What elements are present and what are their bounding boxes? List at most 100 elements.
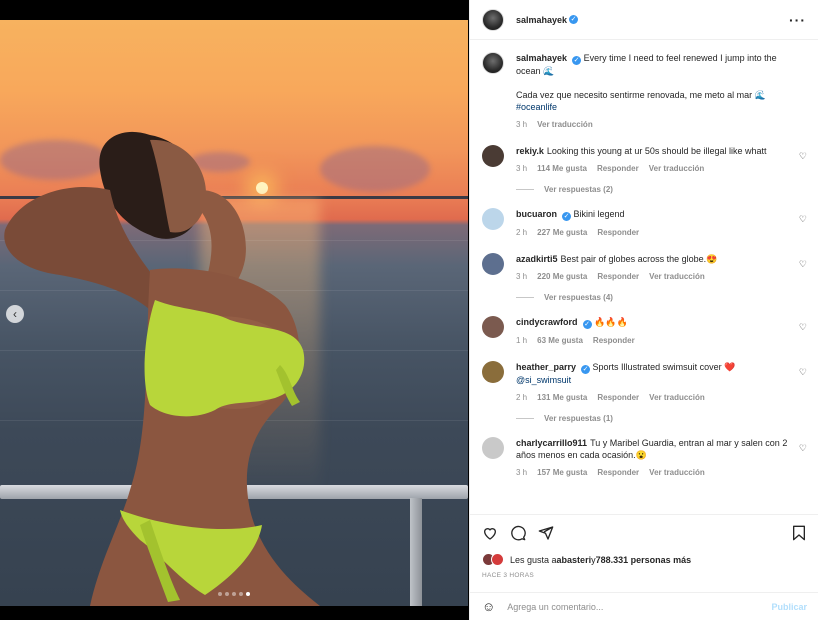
author-username[interactable]: salmahayek: [516, 15, 567, 25]
heart-icon[interactable]: ♡: [799, 443, 807, 454]
caption-text-es: Cada vez que necesito sentirme renovada,…: [516, 90, 766, 100]
heart-icon[interactable]: ♡: [799, 367, 807, 378]
comment-row: rekiy.k Looking this young at ur 50s shou…: [482, 145, 807, 175]
comment-text: Best pair of globes across the globe.😍: [560, 254, 718, 264]
bookmark-icon[interactable]: [791, 525, 807, 541]
comment-row: azadkirti5 Best pair of globes across the…: [482, 253, 807, 283]
comment-likes[interactable]: 227 Me gusta: [537, 227, 587, 239]
comment-text: Sports Illustrated swimsuit cover ❤️: [592, 362, 736, 372]
comment-time: 2 h: [516, 393, 528, 402]
reply-button[interactable]: Responder: [597, 227, 639, 239]
mention-link[interactable]: @si_swimsuit: [516, 375, 571, 385]
divider-line: [516, 418, 534, 419]
post-header: salmahayek ✓ ···: [470, 0, 818, 40]
reply-button[interactable]: Responder: [597, 163, 639, 175]
reply-button[interactable]: Responder: [593, 335, 635, 347]
publish-button[interactable]: Publicar: [771, 602, 807, 612]
comment-row: heather_parry ✓ Sports Illustrated swimsu…: [482, 361, 807, 404]
commenter-avatar[interactable]: [482, 208, 504, 230]
carousel-indicator: [218, 592, 250, 596]
verified-badge-icon: ✓: [569, 15, 579, 24]
view-replies-label: Ver respuestas (4): [544, 293, 613, 302]
heart-icon[interactable]: [482, 525, 498, 541]
heart-icon[interactable]: ♡: [799, 322, 807, 333]
translate-link[interactable]: Ver traducción: [649, 163, 705, 175]
heart-icon[interactable]: ♡: [799, 151, 807, 162]
comment-icon[interactable]: [510, 525, 526, 541]
commenter-username[interactable]: bucuaron: [516, 209, 557, 219]
verified-badge-icon: ✓: [582, 320, 592, 329]
comment-time: 3 h: [516, 272, 528, 281]
author-avatar[interactable]: [482, 8, 504, 31]
carousel-dot: [232, 592, 236, 596]
commenter-username[interactable]: azadkirti5: [516, 254, 558, 264]
comment-time: 2 h: [516, 228, 528, 237]
liker-avatars: [482, 553, 504, 566]
commenter-username[interactable]: heather_parry: [516, 362, 576, 372]
verified-badge-icon: ✓: [581, 365, 591, 374]
view-replies-button[interactable]: Ver respuestas (1): [516, 414, 807, 423]
more-options-icon[interactable]: ···: [789, 12, 806, 28]
heart-icon[interactable]: ♡: [799, 214, 807, 225]
carousel-dot: [239, 592, 243, 596]
comment-likes[interactable]: 157 Me gusta: [537, 467, 587, 479]
comment-likes[interactable]: 220 Me gusta: [537, 271, 587, 283]
liker-avatar: [491, 553, 504, 566]
commenter-avatar[interactable]: [482, 437, 504, 459]
view-replies-button[interactable]: Ver respuestas (2): [516, 185, 807, 194]
comment-text: Bikini legend: [573, 209, 625, 219]
verified-badge-icon: ✓: [572, 56, 582, 65]
view-replies-label: Ver respuestas (1): [544, 414, 613, 423]
commenter-avatar[interactable]: [482, 253, 504, 275]
instagram-post-modal: ‹ salmahayek ✓ ··· salmahayek ✓ Every tim…: [0, 0, 818, 620]
comment-input[interactable]: [507, 601, 748, 612]
verified-badge-icon: ✓: [562, 212, 572, 221]
share-icon[interactable]: [538, 525, 554, 541]
commenter-avatar[interactable]: [482, 316, 504, 338]
comment-time: 3 h: [516, 164, 528, 173]
carousel-dot: [218, 592, 222, 596]
caption-time: 3 h: [516, 120, 528, 129]
emoji-icon[interactable]: ☺: [482, 599, 495, 614]
comment-likes[interactable]: 63 Me gusta: [537, 335, 583, 347]
commenter-username[interactable]: cindycrawford: [516, 317, 578, 327]
likes-count[interactable]: 788.331 personas más: [596, 555, 692, 565]
commenter-username[interactable]: rekiy.k: [516, 146, 544, 156]
commenter-username[interactable]: charlycarrillo911: [516, 438, 587, 448]
post-side-panel: salmahayek ✓ ··· salmahayek ✓ Every time …: [469, 0, 818, 620]
comment-row: charlycarrillo911 Tu y Maribel Guardia, e…: [482, 437, 807, 479]
post-photo[interactable]: ‹: [0, 20, 468, 606]
view-replies-button[interactable]: Ver respuestas (4): [516, 293, 807, 302]
author-avatar[interactable]: [482, 52, 504, 74]
commenter-avatar[interactable]: [482, 145, 504, 167]
comment-likes[interactable]: 131 Me gusta: [537, 392, 587, 404]
liker-username[interactable]: abasteri: [557, 555, 592, 565]
carousel-dot: [225, 592, 229, 596]
comment-likes[interactable]: 114 Me gusta: [537, 163, 587, 175]
reply-button[interactable]: Responder: [597, 271, 639, 283]
likes-prefix: Les gusta a: [510, 554, 557, 565]
post-actions: Les gusta a abasteri y 788.331 personas …: [470, 514, 818, 579]
divider-line: [516, 189, 534, 190]
likes-summary: Les gusta a abasteri y 788.331 personas …: [482, 553, 807, 566]
translate-link[interactable]: Ver traducción: [649, 271, 705, 283]
comments-list[interactable]: salmahayek ✓ Every time I need to feel re…: [470, 40, 818, 514]
hashtag-link[interactable]: #oceanlife: [516, 102, 557, 112]
translate-link[interactable]: Ver traducción: [649, 467, 705, 479]
comment-time: 3 h: [516, 468, 528, 477]
reply-button[interactable]: Responder: [597, 467, 639, 479]
caption-username[interactable]: salmahayek: [516, 53, 567, 63]
heart-icon[interactable]: ♡: [799, 259, 807, 270]
comment-text: Looking this young at ur 50s should be i…: [546, 146, 767, 156]
commenter-avatar[interactable]: [482, 361, 504, 383]
reply-button[interactable]: Responder: [597, 392, 639, 404]
post-caption: salmahayek ✓ Every time I need to feel re…: [482, 52, 807, 131]
comment-row: bucuaron ✓ Bikini legend 2 h 227 Me gusta Re…: [482, 208, 807, 239]
translate-link[interactable]: Ver traducción: [649, 392, 705, 404]
view-replies-label: Ver respuestas (2): [544, 185, 613, 194]
divider-line: [516, 297, 534, 298]
comment-time: 1 h: [516, 336, 528, 345]
comment-text: 🔥🔥🔥: [594, 317, 628, 327]
chevron-left-icon[interactable]: ‹: [6, 305, 24, 323]
translate-link[interactable]: Ver traducción: [537, 119, 593, 131]
